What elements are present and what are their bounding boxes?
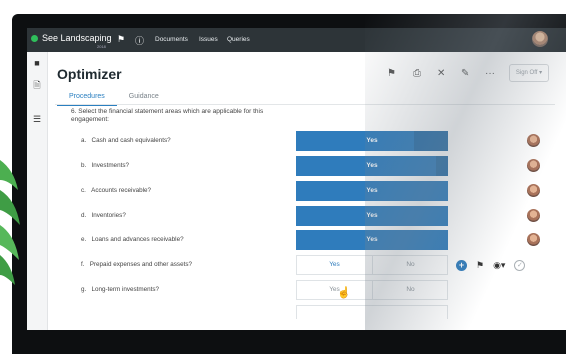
row-label: d. Inventories? <box>81 212 126 219</box>
question-number: 6. <box>71 108 77 115</box>
list-item: e. Loans and advances receivable? Yes <box>27 230 566 250</box>
edit-icon[interactable]: ✎ <box>461 68 469 79</box>
tools-icon[interactable]: ✕ <box>437 68 445 79</box>
hand-cursor-icon: ☝ <box>337 287 351 299</box>
list-item: c. Accounts receivable? Yes <box>27 181 566 201</box>
yes-no-toggle: Yes No <box>296 280 448 300</box>
folder-icon[interactable]: ■ <box>31 58 43 70</box>
list-item: d. Inventories? Yes <box>27 206 566 226</box>
nav-issues[interactable]: Issues <box>199 36 218 43</box>
monitor-bezel-bottom <box>12 330 566 354</box>
avatar[interactable] <box>527 233 540 246</box>
brand-logo-icon <box>31 34 38 42</box>
question-body: Select the financial statement areas whi… <box>71 108 264 123</box>
flag-icon[interactable]: ⚑ <box>387 68 396 79</box>
row-label: c. Accounts receivable? <box>81 187 152 194</box>
document-icon[interactable]: 🗎 <box>31 78 43 90</box>
row-label: a. Cash and cash equivalents? <box>81 137 171 144</box>
question-text: 6. Select the financial statement areas … <box>71 108 301 124</box>
row-label: g. Long-term investments? <box>81 286 160 293</box>
nav-documents[interactable]: Documents <box>155 36 188 43</box>
answer-yes-selected[interactable]: Yes <box>296 206 448 226</box>
list-item: b. Investments? Yes <box>27 156 566 176</box>
answer-yes-selected[interactable]: Yes <box>296 181 448 201</box>
plant-decoration <box>0 160 20 285</box>
avatar[interactable] <box>527 184 540 197</box>
page-title: Optimizer <box>57 66 122 82</box>
list-item: a. Cash and cash equivalents? Yes <box>27 131 566 151</box>
user-avatar[interactable] <box>532 31 548 47</box>
no-option[interactable]: No <box>373 256 448 274</box>
row-label: f. Prepaid expenses and other assets? <box>81 261 192 268</box>
yes-no-toggle <box>296 305 448 319</box>
answer-yes-selected[interactable]: Yes <box>296 156 448 176</box>
no-option[interactable]: No <box>373 281 448 299</box>
check-circle-icon[interactable]: ✓ <box>514 259 526 271</box>
yes-option[interactable]: Yes <box>297 281 372 299</box>
list-item: g. Long-term investments? Yes No <box>27 280 566 300</box>
row-tools: + ⚑ ◉▾ ✓ <box>456 258 526 272</box>
brand-name: See Landscaping <box>42 33 112 43</box>
app-screen: See Landscaping 2018 ⚑ ⓘ Documents Issue… <box>27 28 566 330</box>
list-icon[interactable]: ☰ <box>31 114 43 126</box>
add-icon[interactable]: + <box>456 259 467 271</box>
print-icon[interactable]: ⎙ <box>413 68 421 79</box>
avatar[interactable] <box>527 209 540 222</box>
brand[interactable]: See Landscaping <box>31 33 112 43</box>
answer-yes-selected[interactable]: Yes <box>296 230 448 250</box>
row-label: b. Investments? <box>81 162 129 169</box>
flag-icon[interactable]: ⚑ <box>117 34 125 45</box>
info-icon[interactable]: ⓘ <box>135 34 144 47</box>
brand-subtitle: 2018 <box>97 44 106 49</box>
nav-queries[interactable]: Queries <box>227 36 250 43</box>
top-bar: See Landscaping 2018 ⚑ ⓘ Documents Issue… <box>27 28 566 52</box>
tab-divider <box>55 104 555 105</box>
answer-yes-selected[interactable]: Yes <box>296 131 448 151</box>
flag-icon[interactable]: ⚑ <box>476 259 484 271</box>
more-icon[interactable]: ··· <box>485 68 495 79</box>
view-icon[interactable]: ◉▾ <box>493 259 505 271</box>
avatar[interactable] <box>527 159 540 172</box>
sign-off-button[interactable]: Sign Off ▾ <box>509 64 549 82</box>
avatar[interactable] <box>527 134 540 147</box>
yes-option[interactable]: Yes <box>297 256 372 274</box>
row-label: e. Loans and advances receivable? <box>81 236 184 243</box>
yes-no-toggle: Yes No <box>296 255 448 275</box>
list-item: f. Prepaid expenses and other assets? Ye… <box>27 255 566 275</box>
